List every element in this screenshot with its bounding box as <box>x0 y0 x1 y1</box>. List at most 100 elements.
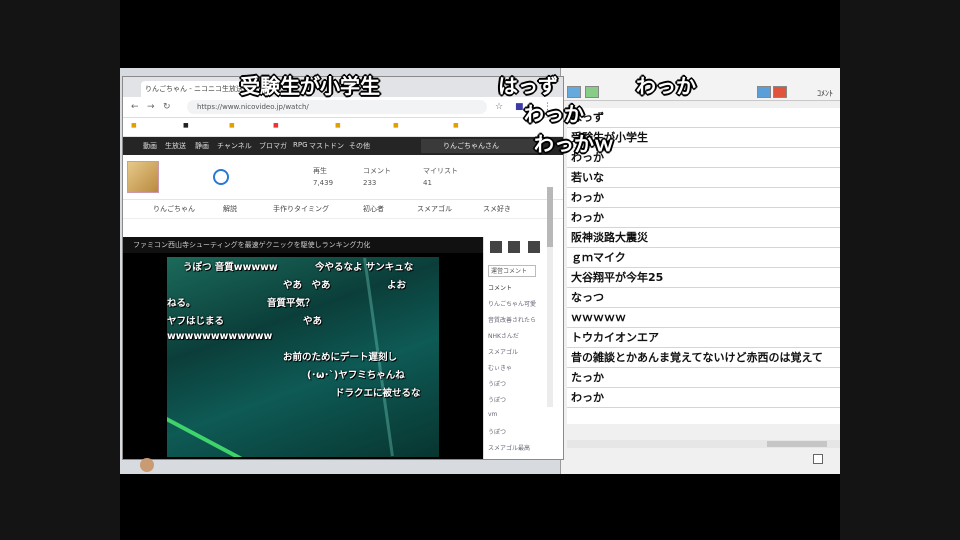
video-comment: お前のためにデート遅刻し <box>283 352 398 363</box>
overlay-comment: わっか <box>524 102 584 126</box>
video-frame: ｺﾒﾝﾄ はっず 受験生が小学生 わっか 若いな わっか わっか 阪神淡路大震災… <box>120 0 840 540</box>
viewer-checkbox[interactable] <box>813 454 823 464</box>
mylist-count: マイリスト 41 <box>423 163 458 187</box>
viewer-toolbar-label: ｺﾒﾝﾄ <box>817 89 833 98</box>
comment-row[interactable]: はっず <box>567 108 840 128</box>
comment-count: コメント 233 <box>363 163 391 187</box>
bookmark-icon[interactable]: ■ <box>335 122 341 129</box>
browser-scrollbar[interactable] <box>547 187 553 407</box>
nav-item[interactable]: 生放送 <box>165 141 186 151</box>
nav-item[interactable]: RPG <box>293 141 308 149</box>
viewer-horizontal-scrollbar[interactable] <box>567 440 840 448</box>
tag[interactable]: スメ好き <box>483 204 511 214</box>
follow-icon[interactable] <box>213 169 229 185</box>
viewer-tool-button[interactable] <box>773 86 787 98</box>
video-comment: うぽつ 音質wwwww <box>183 262 278 273</box>
wrench-icon[interactable] <box>528 241 540 253</box>
address-bar: ← → ↻ https://www.nicovideo.jp/watch/ ☆ … <box>123 97 563 118</box>
comment-count-label: コメント <box>363 167 391 175</box>
comment-row[interactable]: ｇｍマイク <box>567 248 840 268</box>
panel-filter-input[interactable]: 運営コメント <box>488 265 536 277</box>
bookmark-icon[interactable]: ■ <box>453 122 459 129</box>
folder-icon[interactable] <box>508 241 520 253</box>
video-comment: やあ <box>303 316 323 327</box>
bookmark-icon[interactable]: ■ <box>393 122 399 129</box>
mylist-count-label: マイリスト <box>423 167 458 175</box>
comment-row[interactable]: 若いな <box>567 168 840 188</box>
tag-bar: りんごちゃん 解説 手作りタイミング 初心者 スメアゴル スメ好き <box>123 200 563 219</box>
reload-icon[interactable]: ↻ <box>163 102 171 112</box>
comment-row[interactable]: 阪神淡路大震災 <box>567 228 840 248</box>
video-comment: ヤフはじまる <box>167 316 225 327</box>
panel-column-header: コメント <box>488 285 513 292</box>
url-field[interactable]: https://www.nicovideo.jp/watch/ <box>187 100 487 114</box>
comment-row[interactable]: なっつ <box>567 288 840 308</box>
tag[interactable]: りんごちゃん <box>153 204 195 214</box>
comment-row[interactable]: たっか <box>567 368 840 388</box>
taskbar-avatar[interactable] <box>140 458 154 472</box>
panel-comment[interactable]: うぽつ <box>488 379 506 388</box>
nav-item[interactable]: 静画 <box>195 141 209 151</box>
forward-icon[interactable]: → <box>147 102 155 112</box>
mylist-count-value: 41 <box>423 179 432 187</box>
left-letterbox <box>0 0 120 540</box>
panel-comment[interactable]: むぃきゃ <box>488 363 512 372</box>
panel-comment[interactable]: うぽつ <box>488 427 506 436</box>
panel-comment[interactable]: スメアゴル最高 <box>488 443 530 452</box>
panel-comment[interactable]: vm <box>488 411 497 418</box>
nav-item[interactable]: チャンネル <box>217 141 252 151</box>
overlay-comment: 受験生が小学生 <box>240 74 380 98</box>
comment-row[interactable]: わっか <box>567 388 840 408</box>
play-count-value: 7,439 <box>313 179 334 187</box>
panel-comment[interactable]: うぽつ <box>488 395 506 404</box>
panel-comment[interactable]: りんごちゃん可愛 <box>488 299 536 308</box>
comment-row[interactable]: ｗｗｗｗｗ <box>567 308 840 328</box>
overlay-comment: はっず <box>498 74 558 98</box>
video-comment: よお <box>387 280 407 291</box>
bookmark-icon[interactable]: ■ <box>229 122 235 129</box>
extension-icon[interactable]: ■ <box>515 102 524 112</box>
back-icon[interactable]: ← <box>131 102 139 112</box>
play-count: 再生 7,439 <box>313 163 333 187</box>
video-screen[interactable]: うぽつ 音質wwwww 今やるなよ サンキュな やあ やあ よお ねる。 音質平… <box>167 257 439 457</box>
browser-window: りんごちゃん - ニコニコ生放送 ← → ↻ https://www.nicov… <box>122 76 564 460</box>
bookmark-icon[interactable]: ■ <box>273 122 279 129</box>
viewer-tool-button[interactable] <box>757 86 771 98</box>
tag[interactable]: 解説 <box>223 204 237 214</box>
right-letterbox <box>840 0 960 540</box>
tag[interactable]: 手作りタイミング <box>273 204 329 214</box>
panel-comment[interactable]: スメアゴル <box>488 347 518 356</box>
comment-row[interactable]: トウカイオンエア <box>567 328 840 348</box>
video-info: 再生 7,439 コメント 233 マイリスト 41 <box>123 155 563 200</box>
video-comment: ドラクエに被せるな <box>335 388 421 399</box>
user-menu[interactable]: りんごちゃんさん <box>421 139 543 153</box>
video-title: ファミコン西山寺シューティングを最速ゲクニックを駆使しランキング力化 <box>123 237 483 253</box>
panel-comment[interactable]: 音質改善されたら <box>488 315 536 324</box>
comment-count-value: 233 <box>363 179 377 187</box>
scroll-thumb[interactable] <box>547 187 553 247</box>
scroll-thumb[interactable] <box>767 441 827 447</box>
comment-row[interactable]: 昔の雑談とかあんま覚えてないけど赤西のは覚えて <box>567 348 840 368</box>
comment-row[interactable]: わっか <box>567 208 840 228</box>
overlay-comment: わっかｗ <box>534 132 614 156</box>
tag[interactable]: 初心者 <box>363 204 384 214</box>
star-icon[interactable]: ☆ <box>495 102 503 112</box>
video-player[interactable]: ファミコン西山寺シューティングを最速ゲクニックを駆使しランキング力化 うぽつ 音… <box>123 237 483 459</box>
nav-item[interactable]: ブロマガ <box>259 141 287 151</box>
viewer-tool-button[interactable] <box>585 86 599 98</box>
tag[interactable]: スメアゴル <box>417 204 452 214</box>
desktop: ｺﾒﾝﾄ はっず 受験生が小学生 わっか 若いな わっか わっか 阪神淡路大震災… <box>120 68 840 474</box>
close-panel-icon[interactable] <box>490 241 502 253</box>
channel-thumbnail[interactable] <box>127 161 159 193</box>
bookmark-icon[interactable]: ■ <box>131 122 137 129</box>
nav-item[interactable]: その他 <box>349 141 370 151</box>
comment-row[interactable]: わっか <box>567 188 840 208</box>
bookmark-icon[interactable]: ■ <box>183 122 189 129</box>
nav-item[interactable]: マストドン <box>309 141 344 151</box>
viewer-tool-button[interactable] <box>567 86 581 98</box>
nav-item[interactable]: 動画 <box>143 141 157 151</box>
video-comment: (･ω･`)ヤフミちゃんね <box>307 370 405 381</box>
comment-row[interactable]: 大谷翔平が今年25 <box>567 268 840 288</box>
video-comment: やあ やあ <box>283 280 331 291</box>
panel-comment[interactable]: NHKさんだ <box>488 331 519 340</box>
